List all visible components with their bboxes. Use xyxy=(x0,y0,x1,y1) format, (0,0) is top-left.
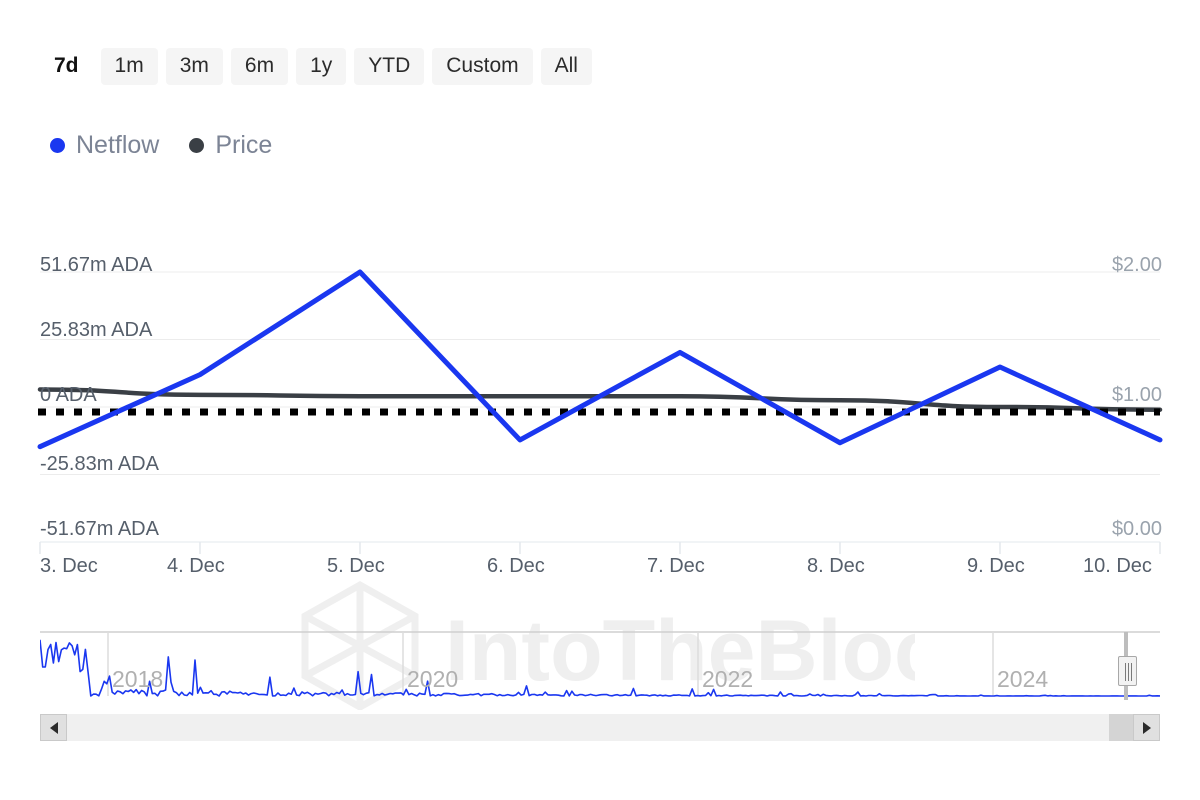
x-axis-tick-3: 6. Dec xyxy=(487,555,545,577)
navigator-scrollbar[interactable] xyxy=(40,714,1160,741)
scrollbar-thumb[interactable] xyxy=(1109,714,1133,741)
y-axis-left-label-2: 0 ADA xyxy=(40,384,97,406)
range-selector: 7d 1m 3m 6m 1y YTD Custom All xyxy=(40,44,592,88)
chart-plot-area[interactable]: IntoTheBlock 51.67m ADA 25.83m ADA 0 ADA… xyxy=(0,235,1200,710)
x-axis-tick-7: 10. Dec xyxy=(1083,555,1152,577)
range-button-1y[interactable]: 1y xyxy=(296,47,347,85)
drag-grip-icon xyxy=(1125,663,1126,681)
y-axis-left-label-3: 25.83m ADA xyxy=(40,319,153,341)
netflow-price-chart-widget: 7d 1m 3m 6m 1y YTD Custom All Netflow Pr… xyxy=(0,0,1200,800)
legend-item-netflow[interactable]: Netflow xyxy=(50,133,159,158)
chart-canvas xyxy=(37,269,1163,554)
range-button-7d[interactable]: 7d xyxy=(40,48,93,85)
range-button-3m[interactable]: 3m xyxy=(165,47,223,85)
navigator-mini-chart xyxy=(40,631,1160,700)
legend-dot-icon-price xyxy=(189,138,205,153)
y-axis-right-label-2: $2.00 xyxy=(1111,254,1162,276)
y-axis-right-label-0: $0.00 xyxy=(1111,518,1162,540)
x-axis-tick-1: 4. Dec xyxy=(167,555,225,577)
y-axis-left-label-1: -25.83m ADA xyxy=(40,453,159,475)
arrow-left-icon xyxy=(49,721,58,734)
drag-grip-icon xyxy=(1131,663,1132,681)
chart-legend: Netflow Price xyxy=(50,133,272,158)
x-axis-tick-4: 7. Dec xyxy=(647,555,705,577)
y-axis-left-label-0: -51.67m ADA xyxy=(40,518,159,540)
range-button-ytd[interactable]: YTD xyxy=(354,47,425,85)
chart-navigator[interactable]: 2018 2020 2022 2024 xyxy=(40,620,1160,702)
navigator-year-2024: 2024 xyxy=(997,666,1049,692)
x-axis-tick-2: 5. Dec xyxy=(327,555,385,577)
y-axis-left-label-4: 51.67m ADA xyxy=(40,254,153,276)
arrow-right-icon xyxy=(1142,721,1151,734)
navigator-year-2020: 2020 xyxy=(407,666,459,692)
legend-label-price: Price xyxy=(215,131,273,159)
range-button-1m[interactable]: 1m xyxy=(100,47,158,85)
range-button-custom[interactable]: Custom xyxy=(432,47,533,85)
y-axis-right-label-1: $1.00 xyxy=(1111,384,1162,406)
legend-label-netflow: Netflow xyxy=(76,131,160,159)
scroll-right-button[interactable] xyxy=(1133,714,1160,741)
x-axis-tick-5: 8. Dec xyxy=(807,555,865,577)
drag-grip-icon xyxy=(1128,663,1129,681)
x-axis-tick-6: 9. Dec xyxy=(967,555,1025,577)
scroll-left-button[interactable] xyxy=(40,714,67,741)
navigator-year-2018: 2018 xyxy=(112,666,164,692)
x-axis-tick-0: 3. Dec xyxy=(40,555,98,577)
legend-item-price[interactable]: Price xyxy=(189,133,272,158)
range-button-all[interactable]: All xyxy=(540,47,592,85)
legend-dot-icon-netflow xyxy=(50,138,65,153)
navigator-year-2022: 2022 xyxy=(702,666,754,692)
navigator-handle-right[interactable] xyxy=(1118,656,1137,686)
range-button-6m[interactable]: 6m xyxy=(230,47,289,85)
